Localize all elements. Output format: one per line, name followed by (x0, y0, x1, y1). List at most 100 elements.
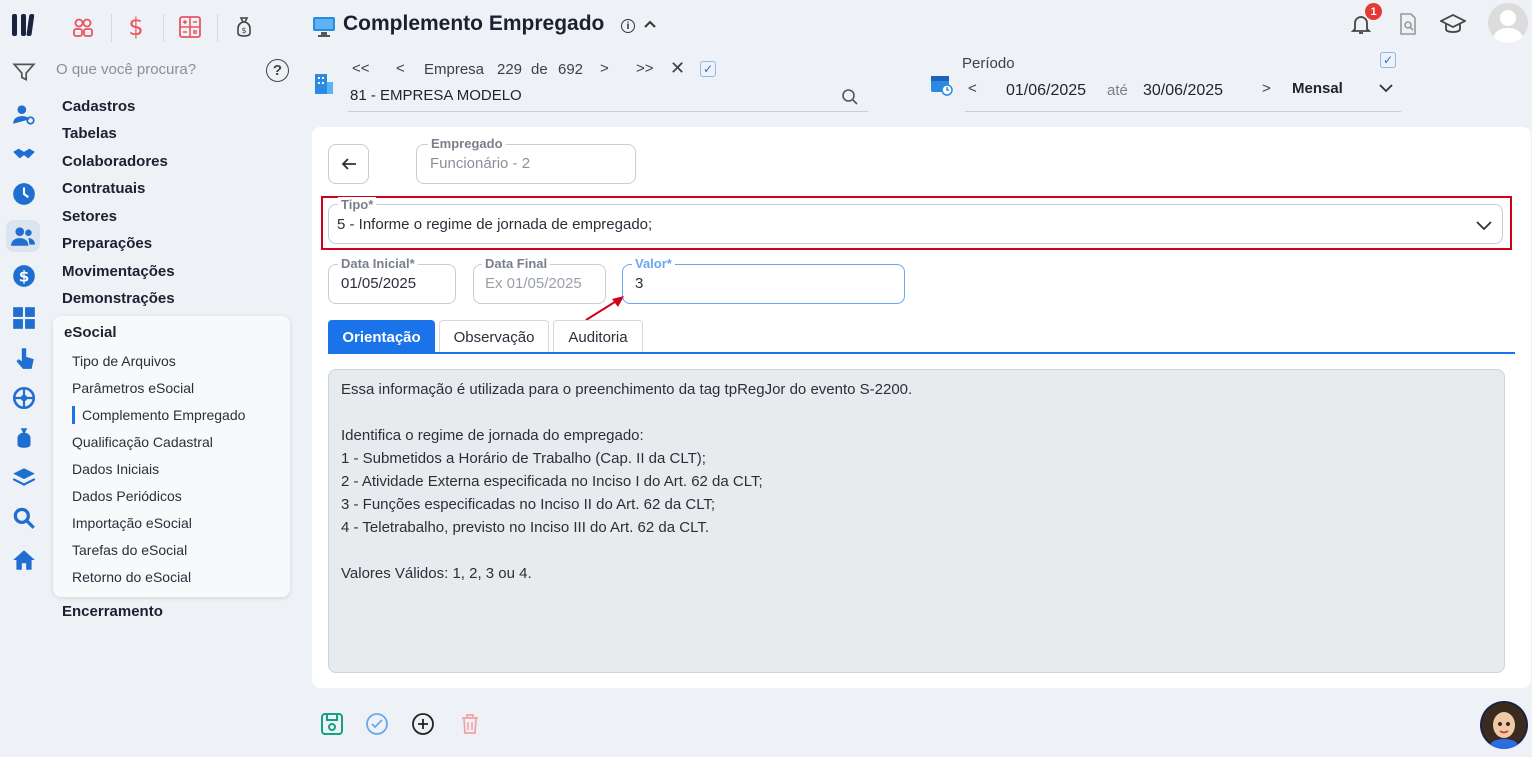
employee-value: Funcionário - 2 (430, 155, 531, 172)
check-circle-icon[interactable] (363, 710, 391, 738)
orientation-panel: Essa informação é utilizada para o preen… (328, 369, 1505, 673)
page-title: Complemento Empregado (343, 12, 605, 35)
help-icon[interactable]: ? (266, 59, 289, 82)
tipo-chevron-down-icon[interactable] (1475, 216, 1493, 239)
tab-line (328, 352, 1515, 354)
prev-period-button[interactable]: < (968, 80, 977, 97)
company-of: de (531, 61, 548, 78)
orientation-line: 2 - Atividade Externa especificada no In… (341, 473, 763, 490)
orientation-line: Valores Válidos: 1, 2, 3 ou 4. (341, 565, 532, 582)
employees-icon[interactable] (6, 220, 40, 252)
building-icon (313, 70, 335, 101)
trash-icon[interactable] (456, 710, 484, 738)
data-inicial-value: 01/05/2025 (341, 275, 417, 292)
next-period-button[interactable]: > (1262, 80, 1271, 97)
money-bag-module-icon[interactable]: $ (229, 12, 259, 42)
period-until: até (1107, 82, 1128, 99)
people-icon[interactable] (68, 12, 98, 42)
valor-value: 3 (635, 275, 644, 292)
submenu-retorno-esocial[interactable]: Retorno do eSocial (72, 569, 191, 585)
company-total: 692 (558, 61, 584, 78)
user-settings-icon[interactable] (10, 100, 38, 128)
submenu-dados-iniciais[interactable]: Dados Iniciais (72, 461, 159, 477)
menu-movimentacoes[interactable]: Movimentações (62, 263, 175, 280)
search-input[interactable]: O que você procura? (56, 61, 196, 78)
orientation-line (341, 539, 1492, 562)
notification-badge: 1 (1365, 3, 1382, 20)
submenu-importacao-esocial[interactable]: Importação eSocial (72, 515, 192, 531)
filter-icon[interactable] (10, 58, 38, 86)
last-company-button[interactable]: >> (636, 60, 654, 77)
menu-encerramento[interactable]: Encerramento (62, 603, 163, 620)
app-logo[interactable] (10, 10, 40, 40)
add-circle-icon[interactable] (409, 710, 437, 738)
submenu-complemento-empregado[interactable]: Complemento Empregado (82, 407, 245, 423)
avatar[interactable] (1488, 3, 1528, 43)
handshake-icon[interactable] (10, 140, 38, 168)
submenu-dados-periodicos[interactable]: Dados Periódicos (72, 488, 182, 504)
company-checkbox[interactable]: ✓ (700, 61, 716, 77)
graduation-cap-icon[interactable] (1438, 12, 1468, 41)
tab-observacao[interactable]: Observação (439, 320, 549, 353)
home-icon[interactable] (10, 546, 38, 574)
clock-icon[interactable] (10, 180, 38, 208)
menu-preparacoes[interactable]: Preparações (62, 235, 152, 252)
orientation-line: 4 - Teletrabalho, previsto no Inciso III… (341, 519, 709, 536)
submenu-qualificacao-cadastral[interactable]: Qualificação Cadastral (72, 434, 213, 450)
save-icon[interactable] (318, 710, 346, 738)
menu-esocial[interactable]: eSocial (64, 324, 117, 341)
next-company-button[interactable]: > (600, 60, 609, 77)
employee-label: Empregado (428, 136, 506, 151)
calculator-grid-icon[interactable] (175, 12, 205, 42)
orientation-line: 1 - Submetidos a Horário de Trabalho (Ca… (341, 450, 706, 467)
calculator-icon[interactable] (10, 304, 38, 332)
company-selected[interactable]: 81 - EMPRESA MODELO (350, 87, 522, 104)
period-mode-select[interactable]: Mensal (1292, 80, 1343, 97)
orientation-line: Essa informação é utilizada para o preen… (341, 381, 913, 398)
orientation-line: 3 - Funções especificadas no Inciso II d… (341, 496, 716, 513)
document-search-icon[interactable] (1396, 12, 1420, 41)
period-label: Período (962, 55, 1015, 72)
tipo-label: Tipo* (338, 197, 377, 212)
submenu-parametros-esocial[interactable]: Parâmetros eSocial (72, 380, 194, 396)
company-current: 229 (497, 61, 523, 78)
chevron-down-icon[interactable] (1378, 80, 1394, 101)
menu-cadastros[interactable]: Cadastros (62, 98, 135, 115)
orientation-line (341, 401, 1492, 424)
info-icon[interactable]: i (621, 19, 635, 33)
close-icon[interactable]: ✕ (670, 58, 685, 79)
magnifier-icon[interactable] (10, 504, 38, 532)
network-icon[interactable] (10, 384, 38, 412)
data-inicial-label: Data Inicial* (338, 256, 418, 271)
assistant-avatar[interactable] (1480, 701, 1528, 749)
svg-text:$: $ (19, 267, 30, 285)
period-checkbox[interactable]: ✓ (1380, 52, 1396, 68)
period-end[interactable]: 30/06/2025 (1143, 82, 1223, 100)
dollar-icon[interactable]: $ (121, 12, 151, 42)
back-button[interactable] (328, 144, 369, 184)
first-company-button[interactable]: << (352, 60, 370, 77)
menu-setores[interactable]: Setores (62, 208, 117, 225)
dollar-circle-icon[interactable]: $ (10, 262, 38, 290)
active-indicator (72, 406, 75, 424)
search-icon[interactable] (841, 88, 859, 111)
submenu-tarefas-esocial[interactable]: Tarefas do eSocial (72, 542, 187, 558)
menu-colaboradores[interactable]: Colaboradores (62, 153, 168, 170)
orientation-line: Identifica o regime de jornada do empreg… (341, 427, 644, 444)
layers-icon[interactable] (10, 464, 38, 492)
chevron-up-icon[interactable] (642, 16, 658, 37)
tab-auditoria[interactable]: Auditoria (553, 320, 643, 353)
monitor-icon (312, 14, 336, 43)
touch-icon[interactable] (10, 344, 38, 372)
menu-demonstracoes[interactable]: Demonstrações (62, 290, 175, 307)
menu-contratuais[interactable]: Contratuais (62, 180, 145, 197)
period-start[interactable]: 01/06/2025 (1006, 82, 1086, 100)
money-bag-icon[interactable] (10, 424, 38, 452)
svg-text:$: $ (241, 26, 246, 35)
tab-orientacao[interactable]: Orientação (328, 320, 435, 353)
submenu-tipo-arquivos[interactable]: Tipo de Arquivos (72, 353, 176, 369)
company-label: Empresa (424, 61, 485, 78)
prev-company-button[interactable]: < (396, 60, 405, 77)
menu-tabelas[interactable]: Tabelas (62, 125, 117, 142)
tipo-value: 5 - Informe o regime de jornada de empre… (337, 216, 653, 233)
